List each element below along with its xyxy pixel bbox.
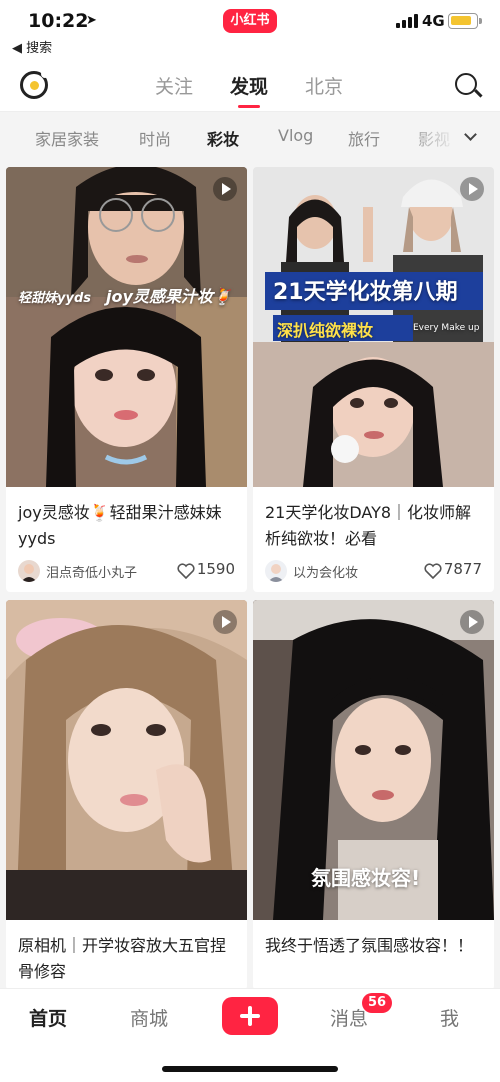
- category-fashion[interactable]: 时尚: [139, 126, 171, 150]
- profile-ring-icon[interactable]: [20, 70, 49, 99]
- feed-card[interactable]: 氛围感妆容! 我终于悟透了氛围感妆容！！: [253, 600, 494, 990]
- top-nav: 关注 发现 北京: [0, 60, 500, 112]
- feed-card[interactable]: 轻甜妹yyds joy灵感果汁妆🍹 joy灵感妆🍹轻甜果汁感妹妹yyds 泪点奇…: [6, 167, 247, 592]
- category-bar: 家居家装 时尚 彩妆 Vlog 旅行 影视: [0, 112, 500, 160]
- card-meta: 以为会化妆 7877: [265, 559, 482, 583]
- like-count: 7877: [443, 560, 482, 578]
- status-bar: 10:22 ➤ ◀ 搜索 小红书 4G: [0, 0, 500, 60]
- tab-messages[interactable]: 消息: [330, 1004, 368, 1031]
- play-icon: [213, 177, 237, 201]
- play-icon: [460, 610, 484, 634]
- card-cover-image: [6, 600, 247, 920]
- chevron-down-icon[interactable]: [464, 128, 477, 141]
- card-title: joy灵感妆🍹轻甜果汁感妹妹yyds: [18, 503, 222, 548]
- category-home-decor[interactable]: 家居家装: [35, 126, 99, 150]
- play-icon: [460, 177, 484, 201]
- category-fade: [400, 112, 460, 160]
- card-title: 原相机｜开学妆容放大五官捏骨修容: [18, 936, 227, 981]
- avatar[interactable]: [18, 560, 40, 582]
- feed-card[interactable]: 21天学化妆第八期 深扒纯欲裸妆 Every Make up 21天学化妆DAY…: [253, 167, 494, 592]
- category-makeup[interactable]: 彩妆: [207, 126, 239, 150]
- play-icon: [213, 610, 237, 634]
- category-vlog[interactable]: Vlog: [278, 126, 313, 145]
- like-count: 1590: [196, 560, 235, 578]
- cover-caption-3: Every Make up: [413, 323, 480, 333]
- signal-icon: [396, 14, 418, 28]
- author-name[interactable]: 以为会化妆: [293, 562, 358, 581]
- category-travel[interactable]: 旅行: [348, 126, 380, 150]
- cover-caption-2: 深扒纯欲裸妆: [277, 321, 374, 340]
- cover-caption-1: 氛围感妆容!: [311, 866, 421, 890]
- card-cover-image: 氛围感妆容!: [253, 600, 494, 920]
- tab-me[interactable]: 我: [440, 1004, 459, 1031]
- heart-icon[interactable]: [424, 563, 442, 579]
- card-cover-image: 21天学化妆第八期 深扒纯欲裸妆 Every Make up: [253, 167, 494, 487]
- app-logo-badge: 小红书: [223, 9, 277, 33]
- card-meta: 泪点奇低小丸子 1590: [18, 559, 235, 583]
- card-title: 21天学化妆DAY8｜化妆师解析纯欲妆！必看: [265, 503, 472, 548]
- location-arrow-icon: ➤: [86, 13, 97, 28]
- tab-home[interactable]: 首页: [29, 1004, 67, 1031]
- cover-caption-1: 21天学化妆第八期: [273, 280, 458, 305]
- cover-illustration: [6, 600, 247, 920]
- messages-badge: 56: [362, 993, 393, 1013]
- home-indicator: [162, 1066, 338, 1072]
- card-cover-image: 轻甜妹yyds joy灵感果汁妆🍹: [6, 167, 247, 487]
- tab-mall[interactable]: 商城: [130, 1004, 168, 1031]
- card-title: 我终于悟透了氛围感妆容！！: [265, 936, 474, 955]
- author-name[interactable]: 泪点奇低小丸子: [46, 562, 137, 581]
- feed-card[interactable]: 原相机｜开学妆容放大五官捏骨修容: [6, 600, 247, 990]
- cover-illustration: [6, 167, 247, 487]
- network-type: 4G: [422, 12, 445, 30]
- cover-caption-2: joy灵感果汁妆🍹: [106, 287, 233, 306]
- heart-icon[interactable]: [177, 563, 195, 579]
- back-to-search-link[interactable]: ◀ 搜索: [12, 37, 52, 56]
- tab-following[interactable]: 关注: [155, 72, 193, 99]
- post-plus-button[interactable]: [222, 997, 278, 1035]
- app-root: 10:22 ➤ ◀ 搜索 小红书 4G 关注 发现 北京 家居家装 时尚 彩妆 …: [0, 0, 500, 1082]
- avatar[interactable]: [265, 560, 287, 582]
- tab-discover[interactable]: 发现: [230, 72, 268, 108]
- clock: 10:22: [28, 10, 89, 32]
- battery-icon: [448, 13, 482, 29]
- cover-caption-1: 轻甜妹yyds: [18, 291, 91, 306]
- tab-local[interactable]: 北京: [305, 72, 343, 99]
- search-icon[interactable]: [455, 73, 477, 95]
